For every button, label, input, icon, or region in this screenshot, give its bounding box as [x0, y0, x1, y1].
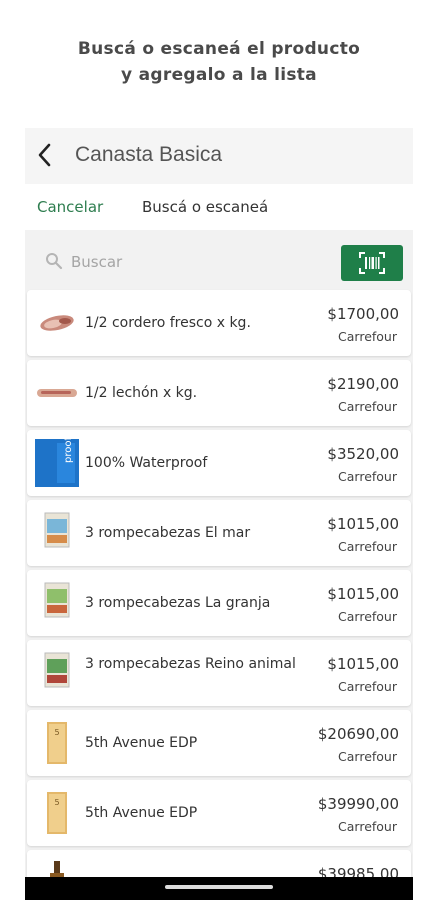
product-store: Carrefour — [338, 329, 397, 344]
product-row[interactable]: 1/2 cordero fresco x kg. $1700,00 Carref… — [27, 290, 411, 356]
product-price: $1015,00 — [327, 585, 399, 603]
svg-text:5: 5 — [54, 798, 59, 807]
product-row[interactable]: 5 5th Avenue EDP $20690,00 Carrefour — [27, 710, 411, 776]
search-icon — [46, 253, 63, 270]
pork-thumbnail — [37, 389, 77, 397]
product-price: $1015,00 — [327, 655, 399, 673]
action-bar: Cancelar Buscá o escaneá — [25, 184, 413, 230]
product-name: 100% Waterproof — [85, 455, 208, 471]
product-price: $2190,00 — [327, 375, 399, 393]
product-store: Carrefour — [338, 749, 397, 764]
product-name: 3 rompecabezas La granja — [85, 595, 271, 611]
puzzle-box-thumbnail — [44, 512, 70, 548]
product-price: $1700,00 — [327, 305, 399, 323]
top-bar: Canasta Basica — [25, 128, 413, 184]
cancel-button[interactable]: Cancelar — [37, 198, 103, 216]
product-store: Carrefour — [338, 469, 397, 484]
svg-text:5: 5 — [54, 728, 59, 737]
product-store: Carrefour — [338, 399, 397, 414]
product-row[interactable]: 1/2 lechón x kg. $2190,00 Carrefour — [27, 360, 411, 426]
search-bar — [25, 240, 413, 281]
back-button[interactable] — [33, 140, 59, 170]
product-row[interactable]: 3 rompecabezas El mar $1015,00 Carrefour — [27, 500, 411, 566]
chevron-left-icon — [38, 143, 51, 167]
perfume-box-thumbnail: 5 — [47, 792, 67, 834]
perfume-box-thumbnail: 5 — [47, 722, 67, 764]
product-price: $3520,00 — [327, 445, 399, 463]
product-price: $1015,00 — [327, 515, 399, 533]
product-store: Carrefour — [338, 609, 397, 624]
product-name: 5th Avenue EDP — [85, 735, 198, 751]
scan-barcode-button[interactable] — [341, 245, 403, 281]
product-name: 3 rompecabezas El mar — [85, 525, 251, 541]
action-title: Buscá o escaneá — [142, 198, 269, 216]
app-screen: Canasta Basica Cancelar Buscá o escaneá — [25, 128, 413, 900]
product-price: $39990,00 — [317, 795, 399, 813]
home-indicator[interactable] — [165, 885, 273, 889]
product-name: 1/2 lechón x kg. — [85, 385, 198, 401]
instruction-line-1: Buscá o escaneá el producto — [77, 39, 361, 59]
product-price: $20690,00 — [317, 725, 399, 743]
puzzle-box-thumbnail — [44, 582, 70, 618]
lamb-meat-thumbnail — [40, 315, 74, 331]
waterproof-product-thumbnail: proof — [35, 439, 79, 487]
product-row[interactable]: 3 rompecabezas Reino animal $1015,00 Car… — [27, 640, 411, 706]
product-row[interactable]: proof 100% Waterproof $3520,00 Carrefour — [27, 430, 411, 496]
product-store: Carrefour — [338, 539, 397, 554]
system-navigation-bar — [25, 877, 413, 900]
search-input[interactable] — [69, 248, 293, 276]
svg-text:proof: proof — [63, 439, 74, 463]
product-name: 3 rompecabezas Reino animal — [85, 656, 296, 672]
instruction-heading: Buscá o escaneá el producto y agregalo a… — [0, 36, 438, 88]
barcode-scan-icon — [359, 252, 385, 274]
puzzle-box-thumbnail — [44, 652, 70, 688]
list-title: Canasta Basica — [75, 143, 223, 166]
product-store: Carrefour — [338, 679, 397, 694]
product-row[interactable]: 3 rompecabezas La granja $1015,00 Carref… — [27, 570, 411, 636]
product-name: 5th Avenue EDP — [85, 805, 198, 821]
instruction-line-2: y agregalo a la lista — [121, 65, 317, 85]
product-name: 1/2 cordero fresco x kg. — [85, 315, 251, 331]
product-store: Carrefour — [338, 819, 397, 834]
product-row[interactable]: 5 5th Avenue EDP $39990,00 Carrefour — [27, 780, 411, 846]
